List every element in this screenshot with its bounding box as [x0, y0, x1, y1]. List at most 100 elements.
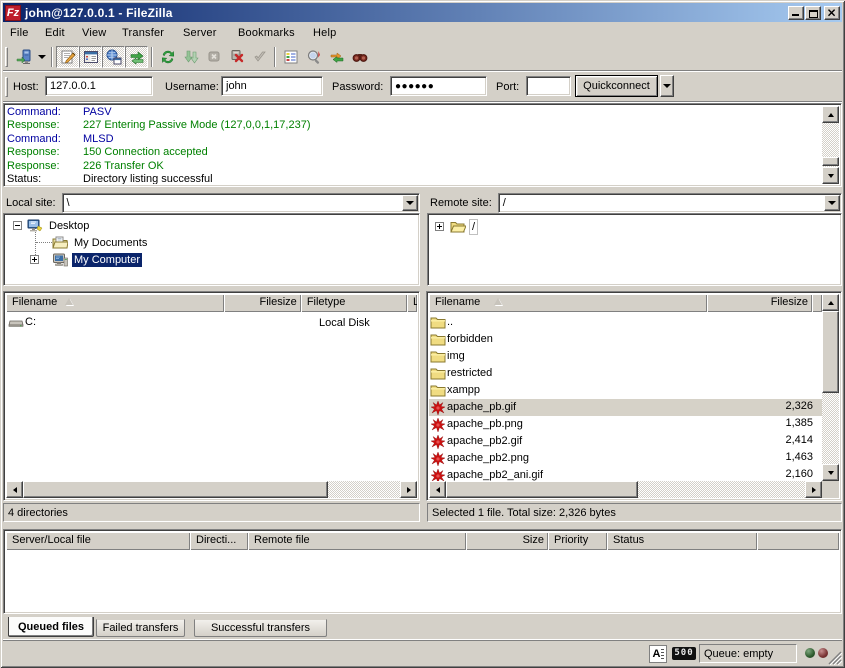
scroll-down-icon: [828, 174, 834, 178]
scroll-left-button[interactable]: [6, 481, 23, 498]
scroll-thumb[interactable]: [23, 481, 328, 498]
column-header-filesize[interactable]: Filesize: [224, 294, 301, 312]
toggle-message-log-button[interactable]: [56, 46, 79, 68]
column-header-size[interactable]: Size: [466, 532, 548, 550]
column-header-status[interactable]: Status: [607, 532, 757, 550]
local-site-combo-button[interactable]: [402, 195, 418, 211]
menu-view[interactable]: View: [80, 26, 108, 40]
refresh-button[interactable]: [156, 46, 179, 68]
scrollbar-corner: [822, 481, 839, 498]
recheck-queue-button[interactable]: [248, 46, 271, 68]
menu-transfer[interactable]: Transfer: [120, 26, 166, 40]
synchronized-browsing-button[interactable]: [325, 46, 348, 68]
file-row[interactable]: apache_pb2.png 1,463: [430, 450, 529, 467]
tree-item-my-documents[interactable]: My Documents: [47, 234, 149, 251]
filter-button[interactable]: [279, 46, 302, 68]
column-header-direction[interactable]: Directi...: [190, 532, 248, 550]
scroll-down-button[interactable]: [822, 464, 839, 481]
directory-comparison-icon: [306, 49, 322, 65]
menu-file[interactable]: File: [8, 26, 31, 40]
site-manager-icon: [16, 49, 32, 65]
speed-limit-icon[interactable]: 500: [672, 647, 696, 660]
file-row[interactable]: xampp: [430, 382, 480, 399]
title-bar[interactable]: Fz john@127.0.0.1 - FileZilla: [3, 3, 842, 22]
find-files-button[interactable]: [348, 46, 371, 68]
disconnect-button[interactable]: [225, 46, 248, 68]
site-manager-button[interactable]: [12, 46, 35, 68]
scroll-thumb[interactable]: [822, 157, 839, 166]
remote-horizontal-scrollbar[interactable]: [429, 481, 822, 498]
directory-comparison-button[interactable]: [302, 46, 325, 68]
quickconnect-dropdown[interactable]: [660, 75, 674, 97]
tab-queued-files[interactable]: Queued files: [8, 617, 94, 637]
expand-icon[interactable]: [435, 222, 444, 231]
log-scrollbar[interactable]: [822, 106, 839, 184]
file-size: 1,385: [713, 417, 813, 429]
file-row-selected[interactable]: apache_pb.gif 2,326: [430, 399, 516, 416]
column-header-filesize[interactable]: Filesize: [707, 294, 812, 312]
toolbar-grip[interactable]: [5, 47, 8, 67]
column-header-server-local-file[interactable]: Server/Local file: [6, 532, 190, 550]
collapse-icon[interactable]: [13, 221, 22, 230]
file-row[interactable]: apache_pb.png 1,385: [430, 416, 523, 433]
quickconnect-button[interactable]: Quickconnect: [575, 75, 658, 97]
process-queue-button[interactable]: [179, 46, 202, 68]
file-row[interactable]: img: [430, 348, 465, 365]
column-header-filename[interactable]: Filename: [429, 294, 707, 312]
host-input[interactable]: 127.0.0.1: [45, 76, 153, 96]
column-header-last-modified[interactable]: L: [407, 294, 417, 312]
column-header-filename[interactable]: Filename: [6, 294, 224, 312]
window-controls: [788, 6, 840, 20]
tree-item-my-computer[interactable]: My Computer: [30, 251, 142, 268]
password-input[interactable]: ●●●●●●: [390, 76, 487, 96]
remote-vertical-scrollbar[interactable]: [822, 294, 839, 481]
tab-failed-transfers[interactable]: Failed transfers: [96, 619, 185, 637]
tab-successful-transfers[interactable]: Successful transfers: [194, 619, 327, 637]
file-row[interactable]: apache_pb2.gif 2,414: [430, 433, 522, 450]
close-button[interactable]: [824, 6, 840, 20]
scroll-thumb[interactable]: [822, 311, 839, 393]
column-header-filetype[interactable]: Filetype: [301, 294, 407, 312]
menu-server[interactable]: Server: [181, 26, 219, 40]
file-row[interactable]: forbidden: [430, 331, 493, 348]
tree-item-desktop[interactable]: Desktop: [13, 217, 91, 234]
file-row[interactable]: restricted: [430, 365, 492, 382]
toggle-remote-tree-button[interactable]: [102, 46, 125, 68]
remote-file-list-content: Filename Filesize .. forbidden img restr…: [429, 294, 839, 498]
resize-grip[interactable]: [827, 650, 842, 665]
file-row[interactable]: ..: [430, 314, 453, 331]
scroll-right-button[interactable]: [400, 481, 417, 498]
remote-site-combo-button[interactable]: [824, 195, 840, 211]
scroll-up-button[interactable]: [822, 294, 839, 311]
tree-item-root[interactable]: /: [435, 218, 477, 235]
transfer-type-indicator[interactable]: A: [649, 645, 667, 663]
local-site-combo[interactable]: \: [62, 193, 420, 213]
remote-site-combo[interactable]: /: [498, 193, 842, 213]
column-header-remote-file[interactable]: Remote file: [248, 532, 466, 550]
column-header-priority[interactable]: Priority: [548, 532, 607, 550]
expand-icon[interactable]: [30, 255, 39, 264]
maximize-button[interactable]: [805, 6, 821, 20]
image-file-icon: [430, 400, 446, 416]
toggle-transfer-queue-button[interactable]: [125, 46, 148, 68]
scroll-down-button[interactable]: [822, 167, 839, 184]
file-type: Local Disk: [319, 317, 370, 329]
scroll-up-button[interactable]: [822, 106, 839, 123]
port-input[interactable]: [526, 76, 571, 96]
quickconnect-grip[interactable]: [5, 77, 8, 97]
menu-edit[interactable]: Edit: [43, 26, 67, 40]
menu-help[interactable]: Help: [311, 26, 338, 40]
toggle-local-tree-button[interactable]: [79, 46, 102, 68]
local-file-list: Filename Filesize Filetype L C: Local Di…: [3, 291, 420, 501]
local-horizontal-scrollbar[interactable]: [6, 481, 417, 498]
transfer-queue-icon: [129, 49, 145, 65]
scroll-thumb[interactable]: [446, 481, 638, 498]
scroll-right-button[interactable]: [805, 481, 822, 498]
menu-bookmarks[interactable]: Bookmarks: [236, 26, 297, 40]
cancel-operation-button[interactable]: [202, 46, 225, 68]
site-manager-dropdown[interactable]: [35, 46, 48, 68]
scroll-left-button[interactable]: [429, 481, 446, 498]
username-input[interactable]: john: [221, 76, 323, 96]
minimize-button[interactable]: [788, 6, 804, 20]
file-row-c-drive[interactable]: C: Local Disk: [8, 314, 36, 331]
